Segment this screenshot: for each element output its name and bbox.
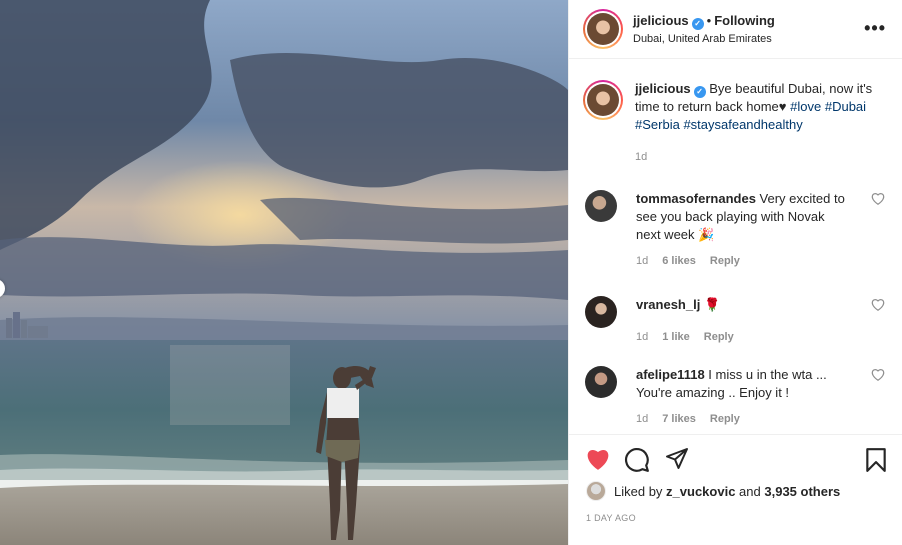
post-side-panel: jjelicious ✓ • Following Dubai, United Arab… [568, 0, 902, 545]
verified-badge-icon: ✓ [691, 18, 704, 30]
comment-username[interactable]: afelipe1118 [636, 367, 705, 382]
comment-time[interactable]: 1d [636, 413, 648, 425]
comment-like-icon[interactable] [871, 192, 885, 206]
post-timestamp[interactable]: 1 DAY AGO [586, 513, 636, 523]
reply-button[interactable]: Reply [710, 255, 740, 267]
comment-item: afelipe1118 I miss u in the wta ... You'… [585, 366, 885, 428]
comment-like-icon[interactable] [871, 368, 885, 382]
post-actions: Liked by z_vuckovic and 3,935 others 1 D… [569, 434, 902, 545]
share-icon[interactable] [665, 447, 689, 471]
liked-by-prefix: Liked by [614, 483, 663, 499]
caption-time[interactable]: 1d [635, 151, 647, 163]
party-emoji-icon: 🎉 [698, 227, 715, 242]
commenter-avatar[interactable] [585, 190, 617, 222]
comment-item: vranesh_lj 🌹 1d 1 like Reply [585, 296, 885, 346]
comment-likes[interactable]: 6 likes [662, 255, 696, 267]
liked-by-user[interactable]: z_vuckovic [666, 484, 735, 499]
comments-area[interactable]: jjelicious ✓ Bye beautiful Dubai, now it'… [569, 60, 902, 434]
comment-item: tommasofernandes Very excited to see you… [585, 190, 885, 270]
comment-time[interactable]: 1d [636, 331, 648, 343]
verified-badge-icon: ✓ [693, 86, 706, 98]
commenter-avatar[interactable] [585, 366, 617, 398]
liked-by-and: and [739, 483, 761, 499]
comment-username[interactable]: vranesh_lj [636, 297, 700, 312]
comment-icon[interactable] [624, 447, 650, 473]
caption-username[interactable]: jjelicious [635, 81, 691, 96]
hashtag-link[interactable]: #Serbia [635, 117, 680, 132]
comment-username[interactable]: tommasofernandes [636, 191, 756, 206]
liker-avatar[interactable] [586, 481, 606, 501]
hashtag-link[interactable]: #love [790, 99, 821, 114]
author-avatar[interactable] [583, 9, 623, 49]
heart-icon[interactable] [585, 447, 611, 471]
post-viewer: jjelicious ✓ • Following Dubai, United Arab… [0, 0, 902, 545]
following-button[interactable]: Following [714, 13, 775, 28]
hashtag-link[interactable]: #Dubai [825, 99, 866, 114]
comment-likes[interactable]: 1 like [662, 331, 690, 343]
liked-by-row: Liked by z_vuckovic and 3,935 others [586, 481, 840, 501]
reply-button[interactable]: Reply [704, 331, 734, 343]
caption-avatar[interactable] [583, 80, 623, 120]
author-username[interactable]: jjelicious [633, 13, 689, 28]
more-options-icon[interactable]: ••• [864, 18, 886, 39]
post-photo[interactable] [0, 0, 568, 545]
post-location[interactable]: Dubai, United Arab Emirates [633, 33, 775, 45]
reply-button[interactable]: Reply [710, 413, 740, 425]
comment-time[interactable]: 1d [636, 255, 648, 267]
commenter-avatar[interactable] [585, 296, 617, 328]
caption: jjelicious ✓ Bye beautiful Dubai, now it'… [583, 80, 883, 166]
rose-emoji-icon: 🌹 [703, 297, 721, 312]
beach-sunset-image [0, 0, 568, 545]
post-header: jjelicious ✓ • Following Dubai, United Arab… [569, 0, 902, 59]
comment-like-icon[interactable] [871, 298, 885, 312]
comment-likes[interactable]: 7 likes [662, 413, 696, 425]
separator-dot: • [706, 13, 712, 28]
liked-by-others[interactable]: 3,935 others [764, 484, 840, 499]
bookmark-icon[interactable] [865, 447, 887, 473]
hashtag-link[interactable]: #staysafeandhealthy [683, 117, 802, 132]
